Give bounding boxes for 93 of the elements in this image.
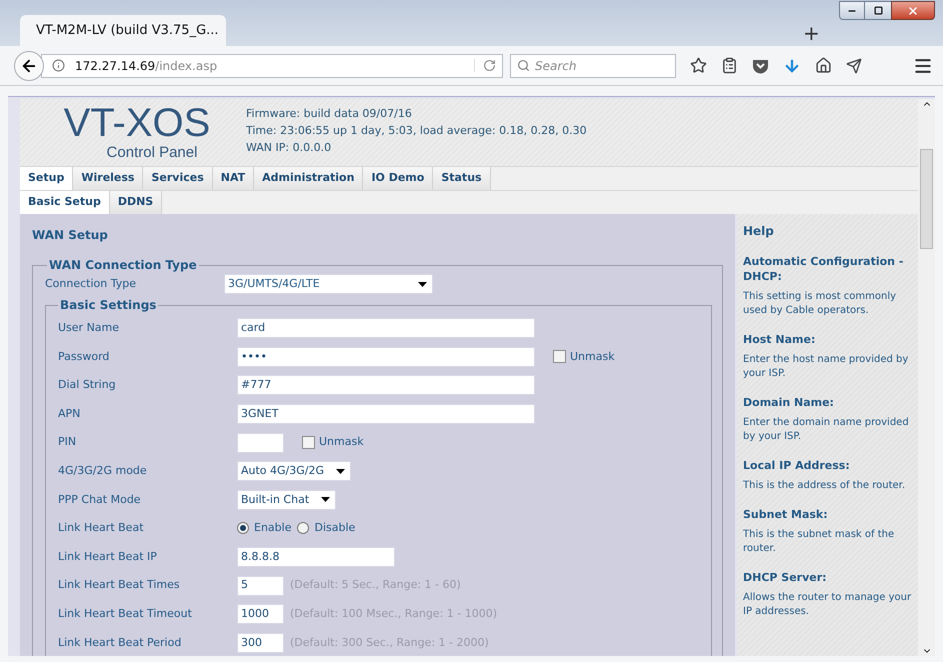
select-field[interactable]: Built-in Chat <box>237 490 336 510</box>
tab-title: VT-M2M-LV (build V3.75_G... <box>36 22 219 40</box>
help-text: This setting is most commonly used by Cable operators. <box>743 290 898 318</box>
maximize-icon <box>874 6 882 15</box>
checkbox[interactable] <box>302 436 315 450</box>
help-heading: DHCP Server: <box>743 570 828 585</box>
field-label: Password <box>58 348 110 365</box>
text-field[interactable]: 8.8.8.8 <box>237 547 395 568</box>
help-title: Help <box>743 223 775 240</box>
nav-tab[interactable]: Status <box>433 167 491 190</box>
close-button[interactable] <box>891 1 935 20</box>
field-label: Dial String <box>58 377 117 394</box>
help-text: Enter the domain name provided by your ISP. <box>743 416 910 444</box>
address-path: /index.asp <box>155 58 218 72</box>
reload-icon[interactable] <box>483 59 496 72</box>
fieldset-legend: WAN Connection Type <box>47 256 199 274</box>
maximize-button[interactable] <box>865 1 891 20</box>
firmware-info-text: Time: 23:06:55 up 1 day, 5:03, load average: 0.18, 0.28, 0.30 <box>246 124 587 138</box>
pocket-icon[interactable] <box>752 58 769 74</box>
nav-tab[interactable]: Administration <box>254 167 364 190</box>
help-heading: Subnet Mask: <box>743 507 829 522</box>
hint-text: (Default: 100 Msec., Range: 1 - 1000) <box>290 606 498 622</box>
text-field[interactable] <box>237 432 284 453</box>
logo-subtitle: Control Panel <box>106 144 198 161</box>
field-label: Link Heart Beat Times <box>58 577 181 594</box>
hint-text: (Default: 5 Sec., Range: 1 - 60) <box>290 577 461 594</box>
logo-title: VT-XOS <box>64 102 210 144</box>
nav-tab[interactable]: Setup <box>20 167 74 190</box>
download-icon[interactable] <box>783 56 801 74</box>
checkbox-label: Unmask <box>570 348 615 365</box>
help-text: This is the subnet mask of the router. <box>743 528 896 556</box>
new-tab-button[interactable]: + <box>803 18 820 48</box>
dropdown-caret-icon <box>336 468 346 474</box>
field-label: PIN <box>58 434 78 450</box>
browser-tab[interactable]: VT-M2M-LV (build V3.75_G... <box>20 15 226 46</box>
reading-list-icon[interactable] <box>721 57 738 74</box>
minimize-button[interactable] <box>839 1 865 20</box>
field-label: Link Heart Beat Timeout <box>58 606 193 622</box>
nav-tab[interactable]: DDNS <box>110 191 162 214</box>
field-label: APN <box>58 406 82 422</box>
nav-tab[interactable]: NAT <box>212 167 254 190</box>
help-text: Allows the router to manage your IP addresses. <box>743 591 912 619</box>
nav-tab[interactable]: Basic Setup <box>20 191 110 214</box>
checkbox-label: Unmask <box>319 434 364 450</box>
section-title: WAN Setup <box>32 227 109 244</box>
address-host: 172.27.14.69 <box>75 58 156 72</box>
field-label: Link Heart Beat <box>58 520 145 536</box>
radio-label: Disable <box>314 520 356 536</box>
help-heading: Domain Name: <box>743 395 835 410</box>
nav-tab[interactable]: Services <box>143 167 213 190</box>
field-label: Connection Type <box>45 276 138 292</box>
firmware-info-text: Firmware: build data 09/07/16 <box>246 107 413 121</box>
select-field[interactable]: 3G/UMTS/4G/LTE <box>224 274 433 294</box>
text-field[interactable]: •••• <box>237 346 535 367</box>
fieldset-legend: Basic Settings <box>58 296 158 314</box>
text-field[interactable]: 3GNET <box>237 404 535 424</box>
text-field[interactable]: 300 <box>237 632 284 653</box>
dropdown-caret-icon <box>321 497 330 502</box>
search-icon <box>517 59 530 72</box>
help-heading: Automatic Configuration - DHCP: <box>743 254 904 284</box>
info-icon[interactable] <box>52 59 65 72</box>
bookmark-star-icon[interactable] <box>690 57 707 74</box>
nav-tab[interactable]: IO Demo <box>363 167 434 190</box>
radio-label: Enable <box>254 520 292 536</box>
firmware-info-text: WAN IP: 0.0.0.0 <box>246 141 332 155</box>
scrollbar[interactable] <box>918 99 935 656</box>
help-text: This is the address of the router. <box>743 479 906 493</box>
send-icon[interactable] <box>846 58 862 74</box>
field-label: Link Heart Beat Period <box>58 634 182 651</box>
close-icon <box>907 4 919 16</box>
select-field[interactable]: Auto 4G/3G/2G <box>237 461 352 482</box>
radio-button[interactable] <box>237 522 249 534</box>
field-label: Link Heart Beat IP <box>58 548 158 565</box>
help-heading: Local IP Address: <box>743 458 851 473</box>
help-heading: Host Name: <box>743 332 816 347</box>
radio-button[interactable] <box>297 522 310 534</box>
text-field[interactable]: 5 <box>237 576 284 596</box>
dropdown-caret-icon <box>418 282 427 286</box>
text-field[interactable]: card <box>237 318 535 338</box>
field-label: 4G/3G/2G mode <box>58 463 148 480</box>
help-text: Enter the host name provided by your ISP. <box>743 353 910 381</box>
checkbox[interactable] <box>553 350 566 364</box>
hint-text: (Default: 300 Sec., Range: 1 - 2000) <box>290 634 489 651</box>
scroll-thumb[interactable] <box>920 149 933 249</box>
address-bar[interactable]: 172.27.14.69/index.asp <box>41 54 503 78</box>
text-field[interactable]: 1000 <box>237 604 284 624</box>
back-button[interactable] <box>14 50 44 80</box>
field-label: PPP Chat Mode <box>58 492 142 508</box>
text-field[interactable]: #777 <box>237 375 535 396</box>
search-field[interactable]: Search <box>510 54 676 78</box>
nav-tab[interactable]: Wireless <box>73 167 144 190</box>
home-icon[interactable] <box>815 57 832 74</box>
field-label: User Name <box>58 320 120 336</box>
